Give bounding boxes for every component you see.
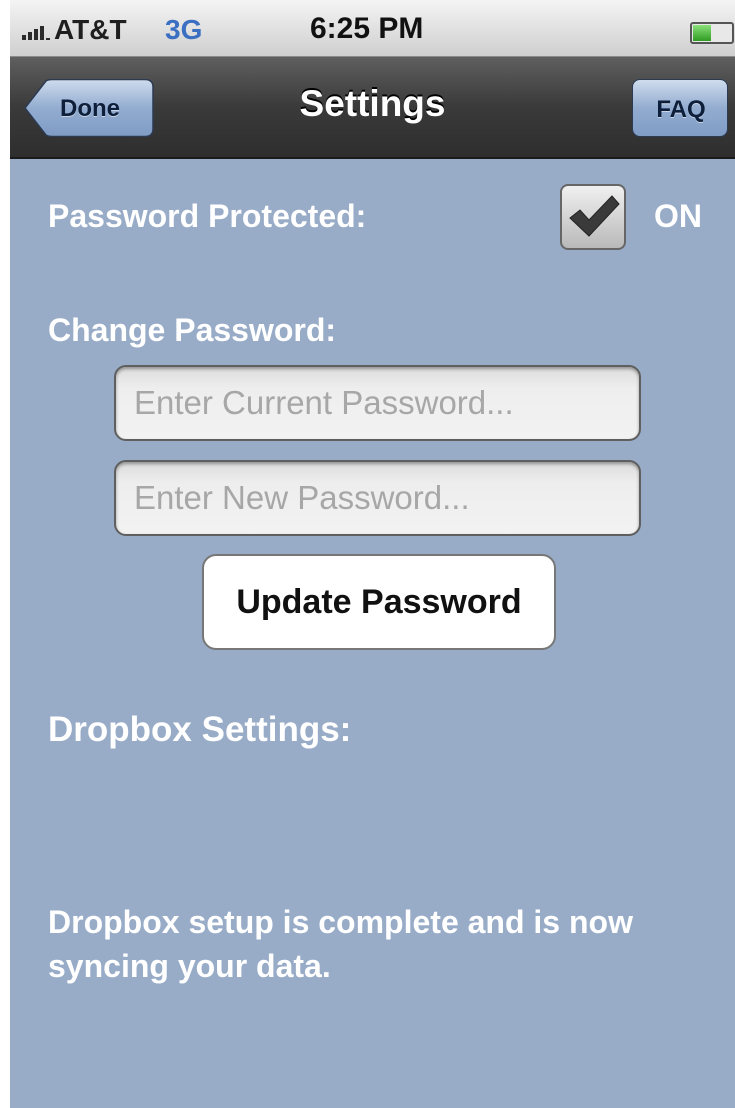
- change-password-label: Change Password:: [48, 312, 337, 348]
- battery-icon: [690, 22, 734, 44]
- navigation-bar: Done Settings FAQ: [10, 57, 735, 159]
- update-password-button[interactable]: Update Password: [202, 554, 556, 650]
- faq-button-label: FAQ: [656, 96, 706, 123]
- faq-button[interactable]: FAQ: [632, 79, 728, 137]
- status-bar: AT&T 3G 6:25 PM: [10, 0, 735, 57]
- password-protected-label: Password Protected:: [48, 198, 367, 234]
- password-protected-checkbox[interactable]: [560, 184, 626, 250]
- battery-level: [693, 25, 711, 41]
- current-password-input[interactable]: [114, 365, 641, 441]
- dropbox-status-text: Dropbox setup is complete and is now syn…: [48, 904, 633, 984]
- update-password-label: Update Password: [236, 583, 522, 621]
- carrier-name: AT&T: [54, 14, 127, 45]
- network-type: 3G: [165, 14, 203, 45]
- checkmark-icon: [569, 195, 620, 237]
- status-time: 6:25 PM: [310, 12, 424, 45]
- new-password-input[interactable]: [114, 460, 641, 536]
- settings-screen: AT&T 3G 6:25 PM Done Settings FAQ Passwo…: [10, 0, 735, 1108]
- password-protected-state: ON: [654, 198, 702, 234]
- dropbox-settings-heading: Dropbox Settings:: [48, 710, 352, 749]
- page-title: Settings: [299, 83, 446, 124]
- signal-bars-icon: [22, 24, 52, 40]
